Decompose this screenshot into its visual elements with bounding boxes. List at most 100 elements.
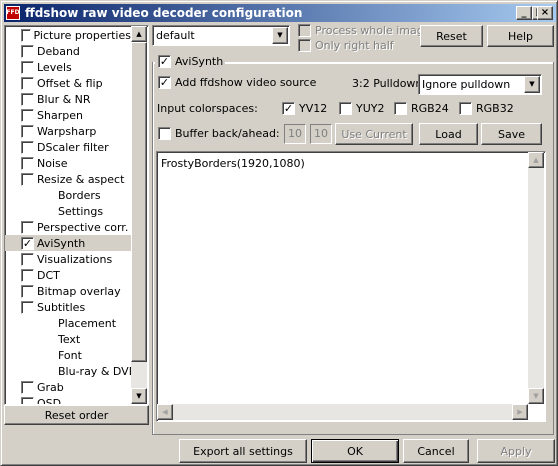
sidebar-item-label: Settings: [58, 204, 104, 218]
sidebar-item-label: DScaler filter: [37, 140, 109, 154]
avisynth-group-title: AviSynth: [175, 55, 224, 68]
script-editor[interactable]: FrostyBorders(1920,1080) ▲ ▼ ◀ ▶: [156, 151, 546, 422]
ok-button[interactable]: OK: [311, 439, 399, 463]
pulldown-value: Ignore pulldown: [422, 78, 511, 91]
minimize-button[interactable]: _: [516, 6, 532, 20]
sidebar-item-label: Subtitles: [37, 300, 86, 314]
close-button[interactable]: ×: [537, 6, 553, 20]
sidebar-item-checkbox[interactable]: [21, 268, 34, 282]
reset-order-button[interactable]: Reset order: [4, 405, 149, 425]
process-whole-image-checkbox[interactable]: [298, 24, 311, 37]
script-vscrollbar[interactable]: ▲ ▼: [528, 152, 544, 404]
sidebar-item[interactable]: Blur & NR: [5, 91, 131, 107]
sidebar-item[interactable]: Blu-ray & DVD: [5, 363, 137, 379]
load-button[interactable]: Load: [419, 123, 478, 145]
sidebar-item[interactable]: Picture properties: [5, 27, 131, 43]
sidebar-item[interactable]: Warpsharp: [5, 123, 131, 139]
sidebar-item-checkbox[interactable]: [21, 60, 34, 74]
only-right-half-checkbox[interactable]: [298, 39, 311, 52]
scroll-up-icon[interactable]: ▲: [528, 152, 544, 168]
sidebar-item-checkbox[interactable]: [21, 108, 34, 122]
sidebar-item[interactable]: ✓ AviSynth: [5, 235, 131, 251]
yuy2-checkbox[interactable]: [339, 102, 352, 115]
sidebar-item[interactable]: Bitmap overlay: [5, 283, 131, 299]
app-icon: FFD: [6, 6, 20, 20]
title-bar[interactable]: FFD ffdshow raw video decoder configurat…: [4, 4, 556, 22]
sidebar-item-checkbox[interactable]: [21, 380, 34, 394]
scroll-down-icon[interactable]: ▼: [131, 388, 147, 404]
chevron-down-icon[interactable]: ▼: [272, 27, 288, 44]
sidebar-item[interactable]: DScaler filter: [5, 139, 131, 155]
sidebar-item-label: Placement: [58, 316, 117, 330]
rgb32-checkbox[interactable]: [459, 102, 472, 115]
cancel-button[interactable]: Cancel: [403, 439, 469, 463]
sidebar-item-checkbox[interactable]: [21, 300, 34, 314]
sidebar-item[interactable]: Placement: [5, 315, 131, 331]
sidebar-item-label: Text: [58, 332, 81, 346]
sidebar-item-label: Perspective corr.: [37, 220, 129, 234]
buffer-ahead-field[interactable]: 10: [310, 124, 332, 144]
sidebar-item-checkbox[interactable]: [21, 76, 34, 90]
sidebar-item-checkbox[interactable]: [21, 124, 34, 138]
scroll-thumb[interactable]: [131, 42, 147, 362]
sidebar-item-checkbox[interactable]: [21, 252, 34, 266]
sidebar-item-checkbox[interactable]: [21, 396, 34, 404]
save-button[interactable]: Save: [481, 123, 542, 145]
scroll-down-icon[interactable]: ▼: [528, 388, 544, 404]
sidebar-item[interactable]: Settings: [5, 203, 131, 219]
sidebar-item-label: Deband: [37, 44, 80, 58]
add-source-label: Add ffdshow video source: [175, 76, 317, 89]
scroll-right-icon[interactable]: ▶: [512, 404, 528, 420]
sidebar-item[interactable]: Noise: [5, 155, 131, 171]
rgb24-checkbox[interactable]: [394, 102, 407, 115]
sidebar-item-checkbox[interactable]: [21, 220, 34, 234]
scroll-left-icon[interactable]: ◀: [157, 404, 173, 420]
sidebar-item-checkbox[interactable]: ✓: [21, 236, 34, 250]
sidebar-item[interactable]: Levels: [5, 59, 131, 75]
sidebar-item-label: Borders: [58, 188, 101, 202]
sidebar-item[interactable]: Subtitles: [5, 299, 131, 315]
sidebar-item[interactable]: DCT: [5, 267, 131, 283]
pulldown-label: 3:2 Pulldown: [352, 77, 423, 90]
sidebar-item[interactable]: Font: [5, 347, 131, 363]
buffer-back-field[interactable]: 10: [284, 124, 306, 144]
window-title: ffdshow raw video decoder configuration: [25, 6, 303, 20]
script-hscrollbar[interactable]: ◀ ▶: [157, 404, 528, 420]
sidebar-item[interactable]: Text: [5, 331, 131, 347]
export-settings-button[interactable]: Export all settings: [179, 439, 307, 463]
sidebar-item-checkbox[interactable]: [21, 92, 34, 106]
avisynth-enabled-checkbox[interactable]: ✓: [158, 55, 171, 68]
scroll-up-icon[interactable]: ▲: [131, 26, 147, 42]
sidebar-item[interactable]: OSD: [5, 395, 131, 404]
sidebar-item-label: Font: [58, 348, 82, 362]
apply-button[interactable]: Apply: [477, 439, 555, 463]
sidebar-item[interactable]: Grab: [5, 379, 131, 395]
use-current-button[interactable]: Use Current: [335, 123, 413, 145]
add-source-checkbox[interactable]: ✓: [158, 76, 171, 89]
sidebar-item[interactable]: Deband: [5, 43, 131, 59]
reset-button[interactable]: Reset: [420, 25, 483, 47]
preset-select[interactable]: default ▼: [152, 25, 290, 46]
sidebar-item-label: DCT: [37, 268, 60, 282]
sidebar-item-checkbox[interactable]: [21, 44, 34, 58]
pulldown-select[interactable]: Ignore pulldown ▼: [418, 74, 542, 95]
sidebar-item[interactable]: Visualizations: [5, 251, 131, 267]
sidebar-item[interactable]: Resize & aspect: [5, 171, 131, 187]
script-text[interactable]: FrostyBorders(1920,1080): [161, 157, 305, 170]
sidebar-item-checkbox[interactable]: [21, 156, 34, 170]
sidebar-item[interactable]: Perspective corr.: [5, 219, 131, 235]
sidebar-item-checkbox[interactable]: [21, 284, 34, 298]
sidebar-item[interactable]: Sharpen: [5, 107, 131, 123]
sidebar-item-label: AviSynth: [37, 236, 86, 250]
chevron-down-icon[interactable]: ▼: [524, 76, 540, 93]
sidebar-item[interactable]: Borders: [5, 187, 131, 203]
sidebar-item-checkbox[interactable]: [21, 28, 31, 42]
tree-scrollbar[interactable]: ▲ ▼: [131, 26, 147, 404]
sidebar-item-checkbox[interactable]: [21, 172, 34, 186]
buffer-checkbox[interactable]: [158, 127, 171, 140]
help-button[interactable]: Help: [487, 25, 554, 47]
sidebar-item[interactable]: Offset & flip: [5, 75, 131, 91]
sidebar-item-checkbox[interactable]: [21, 140, 34, 154]
yv12-checkbox[interactable]: ✓: [282, 102, 295, 115]
buffer-label: Buffer back/ahead:: [175, 127, 280, 140]
